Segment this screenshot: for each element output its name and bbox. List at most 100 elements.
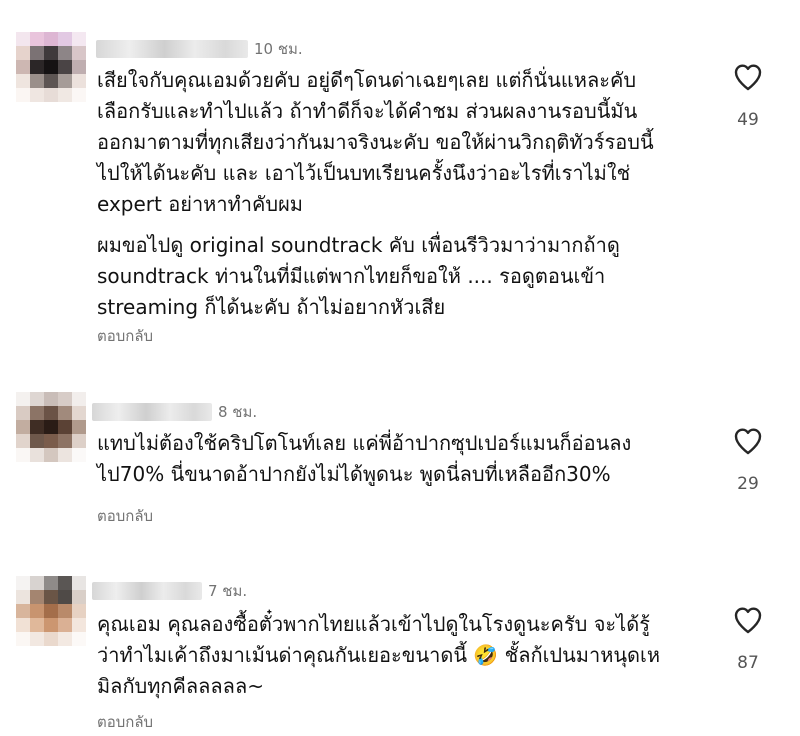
reply-button[interactable]: ตอบกลับ — [97, 326, 153, 346]
avatar-pixel — [58, 576, 72, 590]
avatar-pixel — [30, 32, 44, 46]
avatar[interactable] — [16, 392, 86, 462]
comment-line: เสียใจกับคุณเอมด้วยคับ อยู่ดีๆโดนด่าเฉยๆ… — [97, 68, 637, 92]
avatar-pixel — [30, 60, 44, 74]
avatar[interactable] — [16, 32, 86, 102]
comment-line: soundtrack ท่านในที่มีแต่พากไทยก็ขอให้ .… — [97, 264, 606, 288]
avatar-pixel — [16, 32, 30, 46]
comment-line: แทบไม่ต้องใช้คริปโตโนท์เลย แค่พี่อ้าปากซ… — [97, 431, 632, 455]
avatar-pixel — [72, 88, 86, 102]
avatar-pixel — [72, 618, 86, 632]
avatar-pixel — [58, 590, 72, 604]
avatar-pixel — [16, 420, 30, 434]
avatar-pixel — [58, 60, 72, 74]
comment-item: 10 ชม. เสียใจกับคุณเอมด้วยคับ อยู่ดีๆโดน… — [0, 0, 800, 360]
avatar-pixel — [30, 632, 44, 646]
avatar-pixel — [16, 618, 30, 632]
avatar-pixel — [72, 590, 86, 604]
avatar-pixel — [30, 576, 44, 590]
avatar-pixel — [44, 590, 58, 604]
comment-text: คุณเอม คุณลองซื้อตั๋วพากไทยแล้วเข้าไปดูใ… — [97, 609, 717, 702]
avatar-pixel — [16, 604, 30, 618]
avatar-pixel — [30, 604, 44, 618]
avatar-pixel — [16, 392, 30, 406]
avatar-pixel — [58, 632, 72, 646]
avatar-pixel — [30, 448, 44, 462]
avatar-pixel — [44, 420, 58, 434]
comment-timestamp: 10 ชม. — [254, 40, 303, 58]
avatar-pixel — [72, 46, 86, 60]
reply-button[interactable]: ตอบกลับ — [97, 506, 153, 526]
comment-timestamp: 8 ชม. — [218, 403, 258, 421]
avatar-pixel — [72, 406, 86, 420]
avatar-pixel — [44, 46, 58, 60]
avatar-pixel — [16, 88, 30, 102]
heart-outline-icon[interactable] — [731, 61, 765, 93]
avatar-pixel — [30, 74, 44, 88]
username-blurred[interactable] — [92, 403, 212, 421]
avatar-pixel — [44, 74, 58, 88]
heart-outline-icon[interactable] — [731, 604, 765, 636]
avatar-pixel — [30, 46, 44, 60]
like-count: 87 — [737, 653, 759, 673]
avatar-pixel — [44, 88, 58, 102]
username-blurred[interactable] — [92, 582, 202, 600]
avatar-pixel — [16, 576, 30, 590]
avatar-pixel — [58, 420, 72, 434]
avatar-pixel — [72, 434, 86, 448]
avatar-pixel — [72, 448, 86, 462]
comment-line: มิลกับทุกคีลลลลล~ — [97, 674, 264, 698]
avatar-pixel — [44, 406, 58, 420]
comment-line: ไป70% นี่ขนาดอ้าปากยังไม่ได้พูดนะ พูดนี่… — [97, 462, 611, 486]
avatar-pixel — [30, 618, 44, 632]
avatar-pixel — [44, 604, 58, 618]
comment-line: เลือกรับและทำไปแล้ว ถ้าทำดีก็จะได้คำชม ส… — [97, 99, 638, 123]
comment-line: ออกมาตามที่ทุกเสียงว่ากันมาจริงนะคับ ขอใ… — [97, 130, 654, 154]
heart-outline-icon[interactable] — [731, 425, 765, 457]
avatar[interactable] — [16, 576, 86, 646]
avatar-pixel — [72, 60, 86, 74]
avatar-pixel — [44, 618, 58, 632]
avatar-pixel — [72, 32, 86, 46]
avatar-pixel — [16, 46, 30, 60]
avatar-pixel — [72, 576, 86, 590]
avatar-pixel — [44, 434, 58, 448]
comment-timestamp: 7 ชม. — [208, 582, 248, 600]
avatar-pixel — [58, 74, 72, 88]
avatar-pixel — [16, 406, 30, 420]
comment-text: เสียใจกับคุณเอมด้วยคับ อยู่ดีๆโดนด่าเฉยๆ… — [97, 65, 717, 323]
avatar-pixel — [16, 434, 30, 448]
avatar-pixel — [44, 576, 58, 590]
avatar-pixel — [44, 32, 58, 46]
avatar-pixel — [72, 604, 86, 618]
avatar-pixel — [58, 32, 72, 46]
avatar-pixel — [16, 632, 30, 646]
comment-line: ผมขอไปดู original soundtrack คับ เพื่อนร… — [97, 233, 620, 257]
avatar-pixel — [16, 590, 30, 604]
username-blurred[interactable] — [96, 40, 248, 58]
like-count: 49 — [737, 110, 759, 130]
avatar-pixel — [44, 632, 58, 646]
avatar-pixel — [30, 420, 44, 434]
comment-line: ว่าทำไมเค้าถึงมาเม้นด่าคุณกันเยอะขนาดนี้… — [97, 643, 661, 667]
avatar-pixel — [72, 392, 86, 406]
avatar-pixel — [30, 434, 44, 448]
avatar-pixel — [58, 88, 72, 102]
avatar-pixel — [16, 60, 30, 74]
comment-line: expert อย่าหาทำคับผม — [97, 192, 303, 216]
comment-line: ไปให้ได้นะคับ และ เอาไว้เป็นบทเรียนครั้ง… — [97, 161, 631, 185]
avatar-pixel — [44, 60, 58, 74]
avatar-pixel — [58, 46, 72, 60]
avatar-pixel — [58, 618, 72, 632]
avatar-pixel — [16, 448, 30, 462]
avatar-pixel — [30, 406, 44, 420]
comment-line: streaming ก็ได้นะคับ ถ้าไม่อยากหัวเสีย — [97, 295, 446, 319]
avatar-pixel — [44, 448, 58, 462]
avatar-pixel — [30, 392, 44, 406]
avatar-pixel — [44, 392, 58, 406]
reply-button[interactable]: ตอบกลับ — [97, 712, 153, 732]
avatar-pixel — [72, 74, 86, 88]
avatar-pixel — [30, 590, 44, 604]
avatar-pixel — [58, 448, 72, 462]
avatar-pixel — [58, 434, 72, 448]
